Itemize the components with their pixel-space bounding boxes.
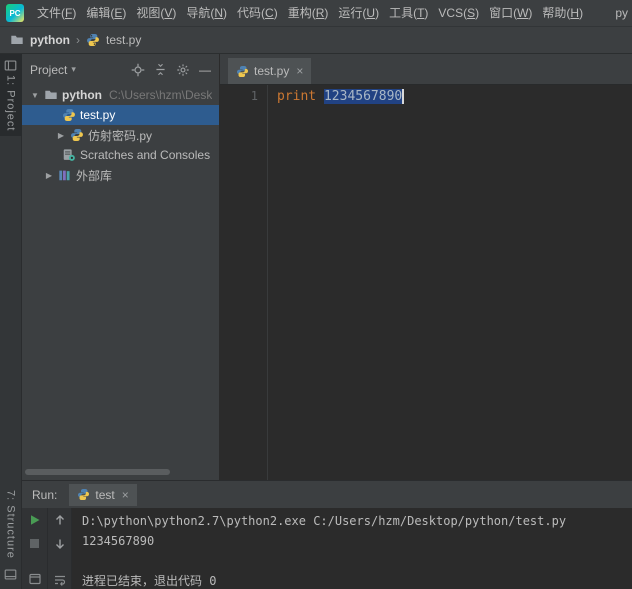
editor-area: test.py × 1 print 1234567890 — [220, 54, 632, 480]
line-number: 1 — [250, 89, 258, 103]
breadcrumb-separator-icon: › — [76, 33, 80, 47]
menu-vcs[interactable]: VCS(S) — [433, 0, 484, 26]
project-tool-window: Project ▾ — ▼ python C:\Users\hzm\Desk t… — [22, 54, 220, 480]
project-root-name: python — [62, 88, 102, 102]
console-command-line: D:\python\python2.7\python2.exe C:/Users… — [82, 514, 567, 528]
tree-item-label: Scratches and Consoles — [80, 148, 211, 162]
run-tool-window: Run: test × D:\python\python2.7\python2.… — [22, 480, 632, 589]
scratches-icon — [62, 148, 76, 162]
editor-tab-bar: test.py × — [220, 54, 632, 85]
tree-item-project-root[interactable]: ▼ python C:\Users\hzm\Desk — [22, 85, 219, 105]
chevron-down-icon[interactable]: ▼ — [30, 91, 40, 100]
menu-help[interactable]: 帮助(H) — [537, 0, 588, 26]
menu-run[interactable]: 运行(U) — [333, 0, 384, 26]
stripe-bottom-button[interactable] — [4, 564, 17, 589]
stripe-button-structure[interactable]: 7: Structure — [0, 485, 22, 564]
left-tool-stripe: 1: Project 7: Structure — [0, 54, 22, 589]
tree-item-scratches[interactable]: Scratches and Consoles — [22, 145, 219, 165]
python-file-icon — [236, 65, 249, 78]
code-line: print 1234567890 — [277, 89, 405, 104]
python-file-icon — [70, 128, 84, 142]
editor-tab-test-py[interactable]: test.py × — [228, 58, 312, 84]
menu-window[interactable]: 窗口(W) — [484, 0, 537, 26]
chevron-right-icon[interactable]: ▶ — [56, 131, 66, 140]
locate-file-icon[interactable] — [131, 63, 145, 77]
stripe-label-project: 1: Project — [4, 75, 17, 132]
console-toolbar — [47, 508, 72, 589]
menu-overflow-text: py — [615, 6, 628, 20]
run-tab-label: test — [95, 487, 115, 502]
chevron-right-icon[interactable]: ▶ — [44, 171, 54, 180]
run-panel-body: D:\python\python2.7\python2.exe C:/Users… — [22, 508, 632, 589]
python-file-icon — [77, 488, 90, 501]
menu-navigate[interactable]: 导航(N) — [181, 0, 232, 26]
tree-item-external-libraries[interactable]: ▶ 外部库 — [22, 165, 219, 185]
folder-icon — [10, 33, 24, 47]
code-selected-text: 1234567890 — [323, 89, 403, 104]
run-panel-header: Run: test × — [22, 481, 632, 508]
external-libraries-icon — [58, 168, 72, 182]
python-file-icon — [62, 108, 76, 122]
project-panel-title[interactable]: Project — [30, 63, 67, 77]
code-editor[interactable]: 1 print 1234567890 — [220, 85, 632, 480]
main-menu: 文件(F) 编辑(E) 视图(V) 导航(N) 代码(C) 重构(R) 运行(U… — [32, 0, 588, 26]
editor-tab-label: test.py — [254, 64, 290, 78]
menu-view[interactable]: 视图(V) — [131, 0, 181, 26]
breadcrumb-file[interactable]: test.py — [106, 33, 141, 47]
arrow-up-icon[interactable] — [54, 514, 66, 526]
project-tree: ▼ python C:\Users\hzm\Desk test.py ▶ 仿射密… — [22, 85, 219, 480]
stripe-label-structure: 7: Structure — [4, 490, 17, 559]
menu-bar: PC 文件(F) 编辑(E) 视图(V) 导航(N) 代码(C) 重构(R) 运… — [0, 0, 632, 27]
horizontal-scrollbar[interactable] — [25, 469, 170, 475]
pycharm-window: PC 文件(F) 编辑(E) 视图(V) 导航(N) 代码(C) 重构(R) 运… — [0, 0, 632, 589]
close-icon[interactable]: × — [122, 488, 129, 502]
code-keyword: print — [277, 89, 317, 104]
soft-wrap-icon[interactable] — [54, 574, 66, 586]
run-console[interactable]: D:\python\python2.7\python2.exe C:/Users… — [72, 508, 632, 589]
python-file-icon — [86, 33, 100, 47]
rerun-play-icon[interactable] — [29, 514, 41, 526]
run-panel-title: Run: — [32, 487, 58, 502]
tree-item-label: 仿射密码.py — [88, 128, 153, 143]
console-exit-line: 进程已结束，退出代码 0 — [82, 574, 217, 588]
project-tool-window-icon — [4, 59, 17, 72]
menu-tools[interactable]: 工具(T) — [384, 0, 433, 26]
tool-window-bars-icon — [4, 568, 17, 581]
project-root-path: C:\Users\hzm\Desk — [109, 88, 213, 102]
menu-file[interactable]: 文件(F) — [32, 0, 81, 26]
hide-panel-icon[interactable]: — — [199, 63, 211, 77]
project-panel-header: Project ▾ — — [22, 54, 219, 85]
pycharm-logo-icon: PC — [6, 4, 24, 22]
stripe-button-project[interactable]: 1: Project — [0, 54, 22, 137]
console-output-line: 1234567890 — [82, 534, 155, 548]
breadcrumb-project[interactable]: python — [30, 33, 70, 47]
menu-refactor[interactable]: 重构(R) — [283, 0, 334, 26]
folder-icon — [44, 88, 58, 102]
menu-edit[interactable]: 编辑(E) — [81, 0, 131, 26]
tree-item-label: 外部库 — [76, 168, 113, 183]
close-icon[interactable]: × — [296, 64, 303, 78]
arrow-down-icon[interactable] — [54, 538, 66, 550]
tree-item-test-py[interactable]: test.py — [22, 105, 219, 125]
tree-item-fangshe-py[interactable]: ▶ 仿射密码.py — [22, 125, 219, 145]
run-tab-test[interactable]: test × — [69, 483, 137, 506]
collapse-all-icon[interactable] — [154, 63, 167, 76]
show-console-icon[interactable] — [28, 573, 41, 585]
stop-icon[interactable] — [29, 538, 40, 549]
settings-gear-icon[interactable] — [176, 63, 190, 77]
chevron-down-icon[interactable]: ▾ — [71, 64, 76, 75]
navigation-bar: python › test.py — [0, 27, 632, 54]
menu-code[interactable]: 代码(C) — [232, 0, 283, 26]
run-toolbar — [22, 508, 47, 589]
editor-gutter: 1 — [220, 85, 268, 480]
text-caret — [402, 89, 405, 104]
tree-item-label: test.py — [80, 108, 116, 122]
